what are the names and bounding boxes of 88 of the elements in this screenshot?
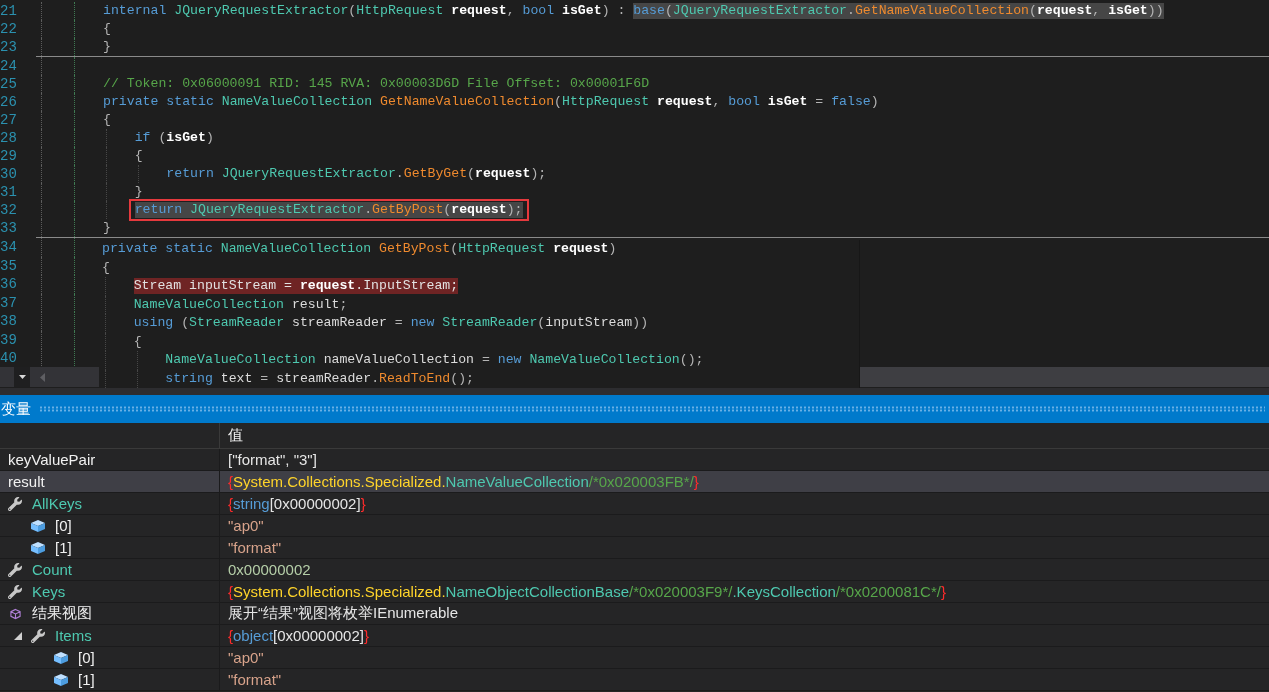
variable-name: keyValuePair [8, 451, 96, 468]
variable-row[interactable]: AllKeys {string[0x00000002]} [0, 493, 1269, 515]
left-arrow-icon [39, 372, 45, 382]
wrench-icon [8, 496, 22, 511]
line-number: 30 [0, 166, 18, 182]
expander-triangle-icon[interactable] [13, 631, 22, 640]
line-number: 39 [0, 331, 18, 348]
code-line: } [103, 39, 111, 55]
variable-row[interactable]: 结果视图 展开“结果”视图将枚举IEnumerable [0, 603, 1269, 625]
line-number: 32 [0, 202, 18, 218]
line-number: 26 [0, 94, 18, 110]
code-line: private static NameValueCollection GetByPost(HttpRequest request) [102, 241, 617, 258]
code-line: // Token: 0x06000091 RID: 145 RVA: 0x00003D6D File Offset: 0x00001F6D [103, 76, 650, 92]
variable-value: 0x00000002 [228, 561, 311, 578]
line-number: 38 [0, 313, 18, 330]
code-line: NameValueCollection nameValueCollection = new NameValueCollection(); [165, 352, 704, 369]
line-number: 29 [0, 148, 18, 164]
line-number: 23 [0, 39, 18, 55]
code-line: using (StreamReader streamReader = new StreamReader(inputStream)) [133, 315, 649, 332]
cube-icon [54, 651, 68, 664]
code-line: private static NameValueCollection GetNameValueCollection(HttpRequest request, bool isGet = false) [103, 94, 879, 110]
code-line: { [103, 112, 111, 128]
variable-value: "ap0" [228, 517, 264, 534]
variable-row[interactable]: [0] "ap0" [0, 647, 1269, 669]
code-line: { [103, 21, 111, 37]
zoom-dropdown-button[interactable] [14, 367, 30, 387]
variable-name: [0] [78, 649, 95, 666]
cube-icon [31, 541, 45, 554]
variable-value: "ap0" [228, 649, 264, 666]
variable-name: 结果视图 [32, 604, 92, 623]
line-number: 24 [0, 58, 18, 74]
code-line: internal JQueryRequestExtractor(HttpRequest request, bool isGet) : base(JQueryRequestExtractor.GetNameValueCollection(request, isGet)) [103, 3, 1164, 19]
line-number: 27 [0, 112, 18, 128]
variable-value: "format" [228, 539, 282, 556]
cube-icon [54, 673, 68, 686]
code-line: } [134, 184, 143, 200]
code-line: if (isGet) [134, 130, 214, 146]
variable-name: [1] [55, 539, 72, 556]
variable-value: {System.Collections.Specialized.NameValueCollection/*0x020003FB*/} [228, 473, 699, 490]
variable-row[interactable]: Keys {System.Collections.Specialized.NameObjectCollectionBase/*0x020003F9*/.KeysCollection/*0x0200081C*/} [0, 581, 1269, 603]
line-number: 28 [0, 130, 18, 146]
variable-row[interactable]: Items {object[0x00000002]} [0, 625, 1269, 647]
cube-icon [31, 519, 45, 532]
caret-down-icon [18, 375, 26, 379]
cube-outline-icon [9, 607, 21, 620]
code-line: string text = streamReader.ReadToEnd(); [165, 370, 475, 387]
variable-name: AllKeys [32, 495, 83, 512]
line-number: 25 [0, 76, 18, 92]
line-number: 22 [0, 21, 18, 37]
code-line: { [134, 148, 143, 164]
variable-value: {string[0x00000002]} [228, 495, 366, 512]
line-number: 35 [0, 257, 18, 274]
column-header: 值 [228, 426, 243, 445]
variable-row[interactable]: [1] "format" [0, 669, 1269, 691]
line-number: 34 [0, 239, 18, 256]
variable-name: Items [55, 627, 92, 644]
code-line: return JQueryRequestExtractor.GetByGet(request); [166, 166, 547, 182]
variable-name: result [8, 473, 45, 490]
variable-row[interactable]: Count 0x00000002 [0, 559, 1269, 581]
code-line: } [103, 220, 111, 236]
variable-name: [0] [55, 517, 72, 534]
wrench-icon [8, 584, 22, 599]
variable-value: "format" [228, 671, 282, 688]
line-number: 31 [0, 184, 18, 200]
variable-name: Keys [32, 583, 66, 600]
line-number: 37 [0, 294, 18, 311]
variable-value: ["format", "3"] [228, 451, 317, 468]
drag-grip[interactable] [39, 406, 1265, 412]
horizontal-scrollbar[interactable] [860, 367, 1269, 387]
variable-row[interactable]: [1] "format" [0, 537, 1269, 559]
variable-name: [1] [78, 671, 95, 688]
variable-row[interactable]: result {System.Collections.Specialized.NameValueCollection/*0x020003FB*/} [0, 471, 1269, 493]
code-line: { [133, 333, 142, 350]
wrench-icon [8, 562, 22, 577]
wrench-icon [31, 628, 45, 643]
code-line: { [102, 259, 110, 276]
code-line: NameValueCollection result; [133, 296, 348, 313]
variable-row[interactable]: keyValuePair ["format", "3"] [0, 449, 1269, 471]
variable-row[interactable]: [0] "ap0" [0, 515, 1269, 537]
variable-name: Count [32, 561, 73, 578]
variable-value: 展开“结果”视图将枚举IEnumerable [228, 604, 459, 623]
variable-value: {object[0x00000002]} [228, 627, 369, 644]
line-number: 40 [0, 350, 18, 367]
line-number: 21 [0, 3, 18, 19]
variable-value: {System.Collections.Specialized.NameObjectCollectionBase/*0x020003F9*/.KeysCollection/*0x0200081C*/} [228, 583, 946, 600]
panel-title: 变量 [1, 399, 31, 419]
line-number: 36 [0, 276, 18, 293]
line-number: 33 [0, 220, 18, 236]
